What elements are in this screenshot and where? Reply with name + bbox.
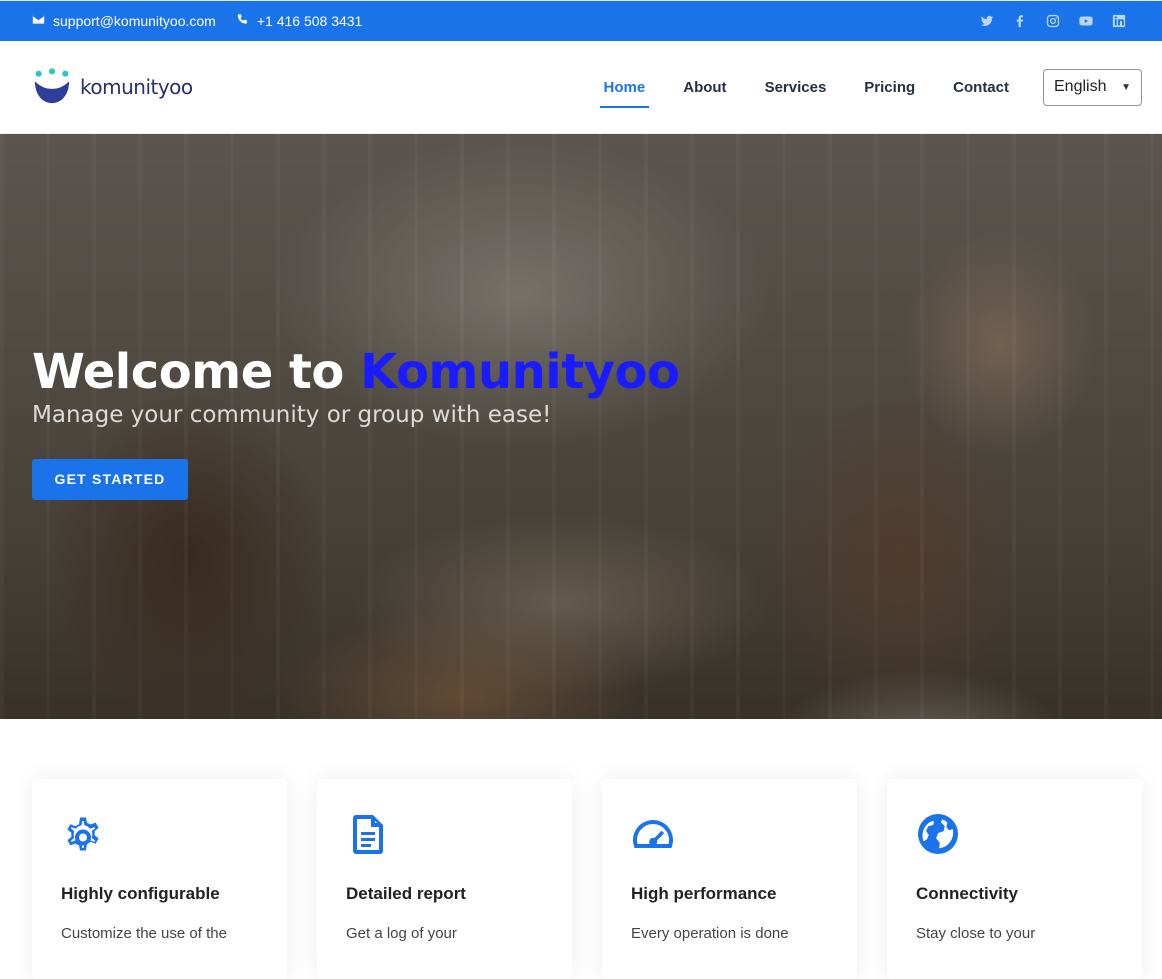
- email-link[interactable]: support@komunityoo.com: [32, 13, 216, 29]
- globe-icon: [916, 812, 960, 856]
- document-icon: [346, 812, 390, 856]
- hero-content: Welcome to Komunityoo Manage your commun…: [32, 344, 680, 500]
- email-text: support@komunityoo.com: [53, 13, 216, 29]
- feature-text: Customize the use of the: [61, 925, 227, 942]
- facebook-icon[interactable]: [1010, 12, 1029, 31]
- phone-text: +1 416 508 3431: [256, 13, 363, 29]
- social-links: [977, 12, 1130, 31]
- contact-info: support@komunityoo.com +1 416 508 3431: [32, 13, 362, 29]
- features-section: Highly configurable Customize the use of…: [32, 779, 1142, 979]
- feature-text: Get a log of your: [346, 925, 457, 942]
- logo-icon: [32, 68, 72, 106]
- envelope-icon: [32, 13, 45, 29]
- instagram-icon[interactable]: [1043, 12, 1062, 31]
- top-bar: support@komunityoo.com +1 416 508 3431: [0, 0, 1162, 41]
- hero-section: Welcome to Komunityoo Manage your commun…: [0, 134, 1162, 719]
- nav-about[interactable]: About: [681, 73, 728, 102]
- logo[interactable]: komunityoo: [32, 68, 193, 106]
- logo-text: komunityoo: [80, 75, 193, 99]
- language-value: English: [1054, 78, 1107, 95]
- hero-title: Welcome to Komunityoo: [32, 344, 680, 400]
- nav-pricing[interactable]: Pricing: [862, 73, 917, 102]
- feature-text: Every operation is done: [631, 925, 789, 942]
- feature-title: High performance: [631, 884, 777, 903]
- feature-card: Highly configurable Customize the use of…: [32, 779, 287, 979]
- phone-icon: [236, 13, 249, 29]
- main-nav: Home About Services Pricing Contact: [599, 73, 1011, 108]
- nav-home[interactable]: Home: [599, 73, 649, 108]
- site-header: komunityoo Home About Services Pricing C…: [0, 41, 1162, 134]
- hero-title-prefix: Welcome to: [32, 344, 361, 400]
- get-started-button[interactable]: GET STARTED: [32, 459, 188, 500]
- hero-title-brand: Komunityoo: [360, 344, 680, 400]
- feature-card: Connectivity Stay close to your: [887, 779, 1142, 979]
- phone-link[interactable]: +1 416 508 3431: [236, 13, 363, 29]
- nav-services[interactable]: Services: [763, 73, 829, 102]
- feature-card: High performance Every operation is done: [602, 779, 857, 979]
- youtube-icon[interactable]: [1076, 12, 1095, 31]
- hero-subtitle: Manage your community or group with ease…: [32, 402, 552, 428]
- feature-title: Detailed report: [346, 884, 466, 903]
- feature-title: Highly configurable: [61, 884, 220, 903]
- twitter-icon[interactable]: [977, 12, 996, 31]
- linkedin-icon[interactable]: [1109, 12, 1128, 31]
- nav-contact[interactable]: Contact: [951, 73, 1011, 102]
- feature-card: Detailed report Get a log of your: [317, 779, 572, 979]
- feature-text: Stay close to your: [916, 925, 1036, 942]
- gear-icon: [61, 812, 105, 856]
- language-select[interactable]: English ▼: [1043, 68, 1142, 106]
- chevron-down-icon: ▼: [1121, 81, 1131, 93]
- feature-title: Connectivity: [916, 884, 1019, 903]
- speedometer-icon: [631, 812, 675, 856]
